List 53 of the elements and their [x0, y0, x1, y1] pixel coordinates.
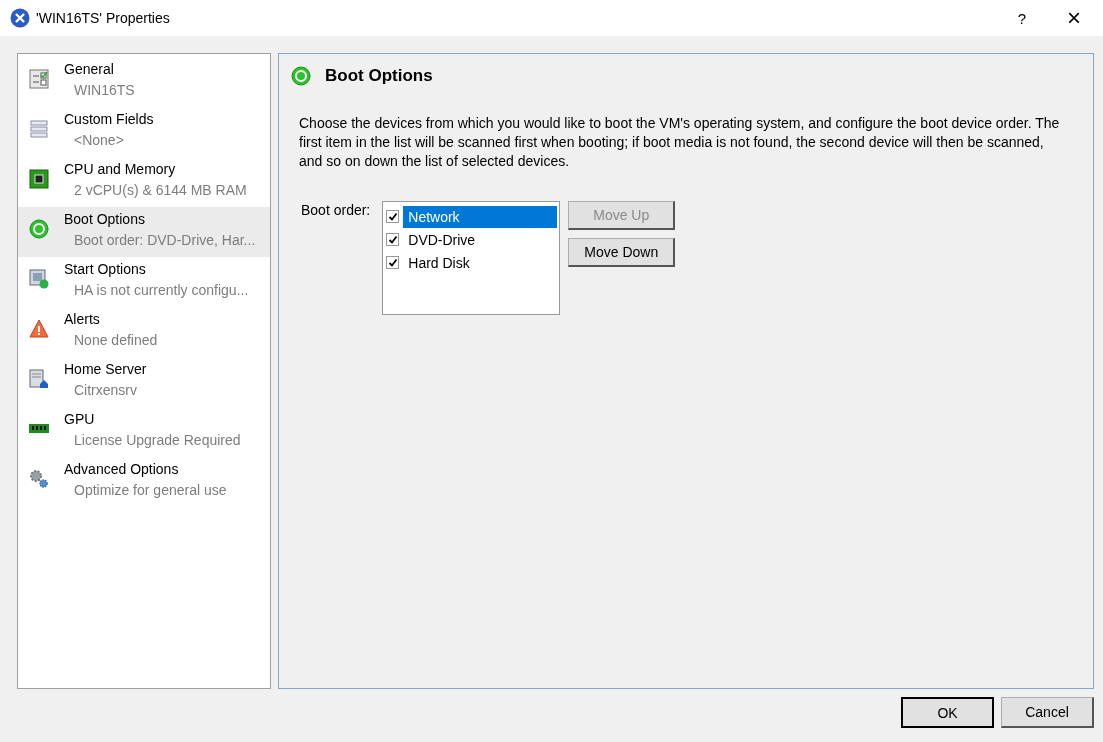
- move-button[interactable]: Move Down: [568, 238, 676, 267]
- item-subtitle: Boot order: DVD-Drive, Har...: [73, 231, 256, 249]
- item-subtitle: HA is not currently configu...: [73, 281, 249, 299]
- form-icon: [29, 69, 49, 89]
- close-button[interactable]: ×: [1051, 0, 1097, 36]
- item-subtitle: WIN16TS: [73, 81, 135, 99]
- checkbox[interactable]: [386, 210, 400, 223]
- monitor-icon: [29, 269, 49, 289]
- item-title: Home Server: [64, 360, 147, 378]
- item-subtitle: Optimize for general use: [73, 481, 227, 499]
- item-title: General: [64, 60, 115, 78]
- sidebar-item[interactable]: Alerts None defined: [18, 307, 270, 357]
- item-title: Start Options: [64, 260, 147, 278]
- item-subtitle: License Upgrade Required: [73, 431, 241, 449]
- item-subtitle: 2 vCPU(s) & 6144 MB RAM: [73, 181, 247, 199]
- help-button[interactable]: ?: [999, 0, 1045, 36]
- item-title: Advanced Options: [64, 460, 180, 478]
- power-icon: [29, 219, 49, 239]
- server-icon: [29, 369, 49, 389]
- sidebar-item[interactable]: General WIN16TS: [18, 57, 270, 107]
- item-title: Alerts: [64, 310, 101, 328]
- gears-icon: [29, 469, 49, 489]
- sidebar-item[interactable]: CPU and Memory 2 vCPU(s) & 6144 MB RAM: [18, 157, 270, 207]
- dialog-button[interactable]: OK: [901, 697, 994, 728]
- item-subtitle: None defined: [73, 331, 158, 349]
- window-title: 'WIN16TS' Properties: [36, 10, 171, 26]
- item-title: CPU and Memory: [64, 160, 177, 178]
- panel-heading: Boot Options: [325, 66, 433, 86]
- sidebar-item[interactable]: Start Options HA is not currently configu...: [18, 257, 270, 307]
- checkbox[interactable]: [386, 233, 400, 246]
- chip-icon: [29, 169, 49, 189]
- item-subtitle: Citrxensrv: [73, 381, 138, 399]
- device-item[interactable]: Network: [403, 205, 558, 228]
- power-icon: [291, 66, 311, 86]
- device-item[interactable]: Hard Disk: [403, 251, 558, 274]
- item-title: Custom Fields: [64, 110, 154, 128]
- warning-icon: [29, 319, 49, 339]
- boot-order-label: Boot order:: [301, 202, 371, 218]
- sidebar-item[interactable]: Home Server Citrxensrv: [18, 357, 270, 407]
- app-logo-icon: [10, 8, 30, 28]
- item-subtitle: <None>: [73, 131, 125, 149]
- item-title: Boot Options: [64, 210, 146, 228]
- sidebar-item[interactable]: Boot Options Boot order: DVD-Drive, Har...: [18, 207, 270, 257]
- description-text: Choose the devices from which you would like to boot the VM's operating system, and configure the boot device order. The first item in the list will be scanned first when booting; if boot media is not found, the second device will then be scanned, and so on down the list of selected devices.: [299, 114, 1061, 171]
- sidebar-item[interactable]: Advanced Options Optimize for general use: [18, 457, 270, 507]
- item-title: GPU: [64, 410, 96, 428]
- device-item[interactable]: DVD-Drive: [403, 228, 558, 251]
- checkbox[interactable]: [386, 256, 400, 269]
- dialog-button[interactable]: Cancel: [1001, 697, 1094, 728]
- sidebar-item[interactable]: Custom Fields <None>: [18, 107, 270, 157]
- memory-card-icon: [29, 423, 49, 435]
- sidebar-item[interactable]: GPU License Upgrade Required: [18, 407, 270, 457]
- list-icon: [29, 119, 49, 139]
